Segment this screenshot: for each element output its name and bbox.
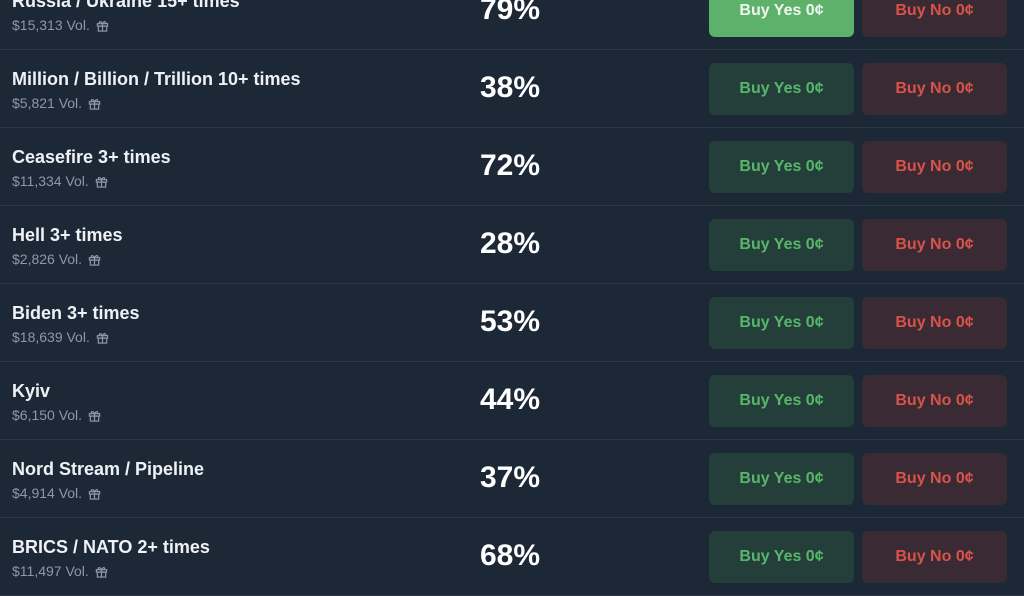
market-title[interactable]: Ceasefire 3+ times [12,146,171,168]
market-probability: 38% [479,71,541,104]
market-volume: $15,313 Vol. [12,17,90,33]
market-volume: $11,497 Vol. [12,563,89,579]
market-volume: $4,914 Vol. [12,485,83,501]
market-row: Million / Billion / Trillion 10+ times $… [0,50,1024,128]
market-title[interactable]: BRICS / NATO 2+ times [12,536,210,558]
buy-no-button[interactable]: Buy No 0¢ [862,531,1007,583]
buy-yes-button[interactable]: Buy Yes 0¢ [709,219,854,271]
buy-no-button[interactable]: Buy No 0¢ [862,141,1007,193]
market-probability: 37% [479,461,541,494]
market-title[interactable]: Russia / Ukraine 15+ times [12,0,240,12]
market-probability: 44% [479,383,541,416]
market-info: Million / Billion / Trillion 10+ times $… [12,68,301,112]
market-probability: 53% [479,305,541,338]
buy-no-button[interactable]: Buy No 0¢ [862,63,1007,115]
market-title[interactable]: Nord Stream / Pipeline [12,458,204,480]
gift-icon [88,488,101,500]
gift-icon [88,254,101,266]
market-title[interactable]: Biden 3+ times [12,302,140,324]
buy-yes-button[interactable]: Buy Yes 0¢ [709,141,854,193]
market-row: Russia / Ukraine 15+ times $15,313 Vol. … [0,0,1024,50]
market-volume: $6,150 Vol. [12,407,83,423]
gift-icon [96,20,109,32]
buy-yes-button[interactable]: Buy Yes 0¢ [709,375,854,427]
buy-no-button[interactable]: Buy No 0¢ [862,375,1007,427]
market-probability: 28% [479,227,541,260]
market-info: Russia / Ukraine 15+ times $15,313 Vol. [12,0,240,34]
market-volume-line: $4,914 Vol. [12,484,204,502]
market-probability: 72% [479,149,541,182]
market-volume-line: $15,313 Vol. [12,16,240,34]
buy-yes-button[interactable]: Buy Yes 0¢ [709,0,854,37]
market-info: Nord Stream / Pipeline $4,914 Vol. [12,458,204,502]
buy-no-button[interactable]: Buy No 0¢ [862,297,1007,349]
market-volume-line: $11,497 Vol. [12,562,210,580]
market-volume: $18,639 Vol. [12,329,90,345]
market-row: Kyiv $6,150 Vol. 44% Buy Yes 0¢ Buy No 0… [0,362,1024,440]
market-volume: $11,334 Vol. [12,173,89,189]
gift-icon [95,176,108,188]
market-title[interactable]: Million / Billion / Trillion 10+ times [12,68,301,90]
market-volume-line: $6,150 Vol. [12,406,101,424]
gift-icon [88,98,101,110]
market-volume-line: $2,826 Vol. [12,250,123,268]
market-row: Nord Stream / Pipeline $4,914 Vol. 37% B… [0,440,1024,518]
market-info: Hell 3+ times $2,826 Vol. [12,224,123,268]
market-volume: $5,821 Vol. [12,95,83,111]
market-volume-line: $18,639 Vol. [12,328,140,346]
market-row: Biden 3+ times $18,639 Vol. 53% Buy Yes … [0,284,1024,362]
gift-icon [88,410,101,422]
market-list: Russia / Ukraine 15+ times $15,313 Vol. … [0,0,1024,596]
market-probability: 79% [479,0,541,26]
market-volume: $2,826 Vol. [12,251,83,267]
gift-icon [95,566,108,578]
buy-yes-button[interactable]: Buy Yes 0¢ [709,531,854,583]
market-title[interactable]: Kyiv [12,380,101,402]
market-info: Ceasefire 3+ times $11,334 Vol. [12,146,171,190]
market-title[interactable]: Hell 3+ times [12,224,123,246]
buy-yes-button[interactable]: Buy Yes 0¢ [709,63,854,115]
buy-yes-button[interactable]: Buy Yes 0¢ [709,297,854,349]
market-row: Hell 3+ times $2,826 Vol. 28% Buy Yes 0¢… [0,206,1024,284]
gift-icon [96,332,109,344]
buy-no-button[interactable]: Buy No 0¢ [862,0,1007,37]
market-row: Ceasefire 3+ times $11,334 Vol. 72% Buy … [0,128,1024,206]
market-info: BRICS / NATO 2+ times $11,497 Vol. [12,536,210,580]
market-probability: 68% [479,539,541,572]
market-row: BRICS / NATO 2+ times $11,497 Vol. 68% B… [0,518,1024,596]
buy-yes-button[interactable]: Buy Yes 0¢ [709,453,854,505]
market-volume-line: $11,334 Vol. [12,172,171,190]
market-volume-line: $5,821 Vol. [12,94,301,112]
buy-no-button[interactable]: Buy No 0¢ [862,453,1007,505]
market-info: Biden 3+ times $18,639 Vol. [12,302,140,346]
buy-no-button[interactable]: Buy No 0¢ [862,219,1007,271]
market-info: Kyiv $6,150 Vol. [12,380,101,424]
